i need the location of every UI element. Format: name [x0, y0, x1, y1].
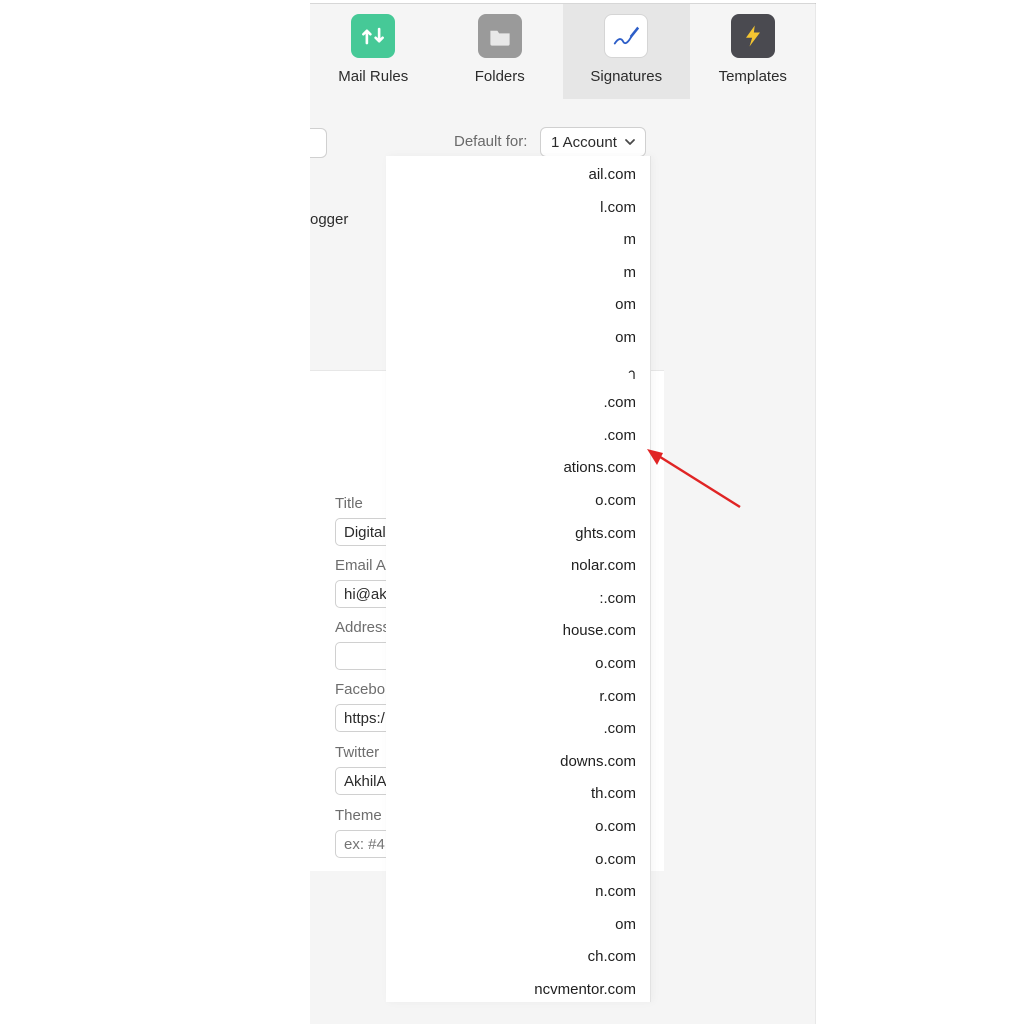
accounts-dropdown[interactable]: ail.com l.com mm om om า .com .com ations.com o.c… [386, 156, 651, 1002]
account-option[interactable]: l.com [600, 199, 636, 216]
select-value: 1 Account [551, 134, 617, 151]
account-option[interactable]: .com [603, 720, 636, 737]
account-option[interactable]: downs.com [560, 753, 636, 770]
sidebar-signature-name[interactable]: ogger [310, 211, 348, 228]
account-option[interactable]: :.com [599, 590, 636, 607]
tab-folders[interactable]: Folders [437, 4, 564, 100]
account-option[interactable]: o.com [595, 818, 636, 835]
account-option[interactable]: om [615, 296, 636, 313]
tab-label: Signatures [590, 68, 662, 85]
account-option[interactable]: m [624, 264, 637, 281]
account-option[interactable]: n.com [595, 883, 636, 900]
tab-label: Templates [719, 68, 787, 85]
account-option[interactable]: า [628, 362, 636, 386]
account-option[interactable]: ncvmentor.com [534, 981, 636, 998]
signatures-icon [604, 14, 648, 58]
account-option[interactable]: om [615, 916, 636, 933]
account-option[interactable]: ations.com [563, 459, 636, 476]
tab-mail-rules[interactable]: Mail Rules [310, 4, 437, 100]
tab-templates[interactable]: Templates [690, 4, 817, 100]
account-option[interactable]: r.com [599, 688, 636, 705]
default-for-select[interactable]: 1 Account [540, 127, 646, 157]
account-option[interactable]: ail.com [588, 166, 636, 183]
mail-rules-icon [351, 14, 395, 58]
tab-label: Folders [475, 68, 525, 85]
account-option[interactable]: .com [603, 427, 636, 444]
tab-signatures[interactable]: Signatures [563, 4, 690, 100]
account-option[interactable]: m [624, 231, 637, 248]
chevron-down-icon [623, 135, 637, 153]
preferences-toolbar: Mail Rules Folders Signatures Templates [310, 3, 816, 101]
account-option[interactable]: ghts.com [575, 525, 636, 542]
account-option[interactable]: o.com [595, 492, 636, 509]
account-option[interactable]: om [615, 329, 636, 346]
templates-icon [731, 14, 775, 58]
default-for-label: Default for: [454, 133, 527, 150]
account-option[interactable]: th.com [591, 785, 636, 802]
partial-search-input[interactable] [310, 128, 327, 158]
account-option[interactable]: nolar.com [571, 557, 636, 574]
account-option[interactable]: ch.com [588, 948, 636, 965]
window-edge [815, 3, 816, 1024]
account-option[interactable]: o.com [595, 851, 636, 868]
folders-icon [478, 14, 522, 58]
account-option[interactable]: o.com [595, 655, 636, 672]
tab-label: Mail Rules [338, 68, 408, 85]
account-option[interactable]: house.com [563, 622, 636, 639]
account-option[interactable]: .com [603, 394, 636, 411]
